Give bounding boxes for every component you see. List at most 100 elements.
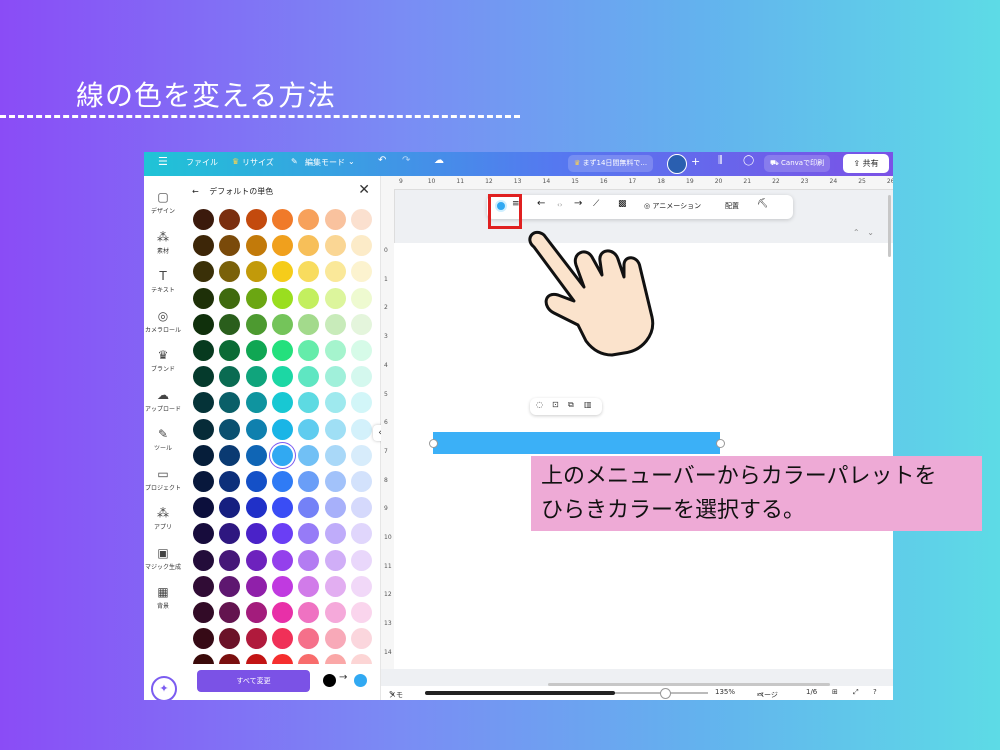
color-swatch[interactable] <box>298 340 320 361</box>
color-swatch[interactable] <box>193 523 214 545</box>
color-swatch[interactable] <box>219 366 241 388</box>
rail-item[interactable]: ▦ 背景 <box>144 585 182 610</box>
color-swatch[interactable] <box>245 654 267 664</box>
color-swatch[interactable] <box>350 602 372 623</box>
color-swatch[interactable] <box>219 497 241 519</box>
magic-assistant-icon[interactable]: ✦ <box>151 676 177 700</box>
color-swatch[interactable] <box>219 628 241 650</box>
color-swatch[interactable] <box>271 471 293 492</box>
rail-item[interactable]: T テキスト <box>144 269 182 294</box>
rail-item[interactable]: ▣ マジック生成 <box>144 546 182 571</box>
color-swatch[interactable] <box>298 602 320 623</box>
color-swatch[interactable] <box>271 418 293 440</box>
color-swatch[interactable] <box>271 261 293 283</box>
menu-icon[interactable]: ☰ <box>158 155 168 168</box>
color-swatch[interactable] <box>193 497 214 519</box>
color-swatch[interactable] <box>271 549 293 571</box>
color-swatch[interactable] <box>324 418 346 440</box>
color-swatch[interactable] <box>245 497 267 519</box>
plus-icon[interactable]: + <box>691 155 700 168</box>
page-nav-chevrons[interactable]: ⌃ ⌄ <box>853 228 879 237</box>
color-swatch[interactable] <box>193 392 214 414</box>
color-swatch[interactable] <box>324 392 346 414</box>
edit-mode-menu[interactable]: 編集モード <box>305 157 345 168</box>
color-swatch[interactable] <box>245 209 267 230</box>
rail-item[interactable]: ⁂ アプリ <box>144 506 182 531</box>
color-swatch[interactable] <box>245 287 267 309</box>
color-swatch[interactable] <box>324 549 346 571</box>
color-swatch[interactable] <box>350 313 372 335</box>
color-swatch[interactable] <box>193 549 214 571</box>
color-swatch[interactable] <box>324 366 346 388</box>
redo-icon[interactable]: ↷ <box>402 155 410 166</box>
color-swatch[interactable] <box>298 235 320 257</box>
color-swatch[interactable] <box>271 575 293 597</box>
color-swatch[interactable] <box>298 471 320 492</box>
grid-view-icon[interactable]: ⊞ <box>832 688 838 696</box>
line-type-icon[interactable]: ⟋ <box>593 199 599 209</box>
color-swatch[interactable] <box>298 313 320 335</box>
color-swatch[interactable] <box>193 340 214 361</box>
color-swatch[interactable] <box>350 575 372 597</box>
color-swatch[interactable] <box>324 575 346 597</box>
transparency-icon[interactable]: ▩ <box>618 199 627 209</box>
color-swatch[interactable] <box>324 261 346 283</box>
color-swatch[interactable] <box>350 261 372 283</box>
color-swatch[interactable] <box>245 261 267 283</box>
color-swatch[interactable] <box>245 628 267 650</box>
line-end-icon[interactable]: → <box>574 198 582 209</box>
color-swatch[interactable] <box>298 261 320 283</box>
color-swatch[interactable] <box>350 471 372 492</box>
paint-roller-icon[interactable]: ⛏ <box>757 199 768 209</box>
color-swatch[interactable] <box>219 209 241 230</box>
color-swatch[interactable] <box>245 235 267 257</box>
color-swatch[interactable] <box>245 575 267 597</box>
color-swatch[interactable] <box>350 497 372 519</box>
color-swatch[interactable] <box>271 209 293 230</box>
color-swatch[interactable] <box>271 444 293 466</box>
color-swatch[interactable] <box>245 366 267 388</box>
file-menu[interactable]: ファイル <box>186 157 218 168</box>
color-swatch[interactable] <box>350 287 372 309</box>
trial-button[interactable]: ♛ まず14日間無料で... <box>568 155 654 172</box>
color-swatch[interactable] <box>219 575 241 597</box>
line-start-icon[interactable]: ← <box>537 198 545 209</box>
color-swatch[interactable] <box>350 392 372 414</box>
color-swatch[interactable] <box>193 287 214 309</box>
duplicate-icon[interactable]: ⧉ <box>568 400 574 410</box>
color-swatch[interactable] <box>350 549 372 571</box>
avatar[interactable] <box>667 154 687 174</box>
color-swatch[interactable] <box>350 235 372 257</box>
rail-item[interactable]: ◎ カメラロール <box>144 309 182 334</box>
color-swatch[interactable] <box>193 209 214 230</box>
color-swatch[interactable] <box>219 261 241 283</box>
color-swatch[interactable] <box>350 444 372 466</box>
color-swatch[interactable] <box>298 444 320 466</box>
help-icon[interactable]: ? <box>873 688 877 696</box>
color-swatch[interactable] <box>298 575 320 597</box>
color-swatch[interactable] <box>271 602 293 623</box>
color-swatch[interactable] <box>298 628 320 650</box>
color-swatch[interactable] <box>219 287 241 309</box>
color-swatch[interactable] <box>298 287 320 309</box>
color-swatch[interactable] <box>324 313 346 335</box>
color-swatch[interactable] <box>324 444 346 466</box>
vertical-scrollbar[interactable] <box>888 195 891 257</box>
color-swatch[interactable] <box>324 628 346 650</box>
color-swatch[interactable] <box>245 418 267 440</box>
arrange-button[interactable]: 配置 <box>725 201 739 211</box>
line-start-handle[interactable] <box>429 439 438 448</box>
color-swatch[interactable] <box>219 235 241 257</box>
rail-item[interactable]: ▢ デザイン <box>144 190 182 215</box>
rail-item[interactable]: ▭ プロジェクト <box>144 467 182 492</box>
color-swatch[interactable] <box>271 628 293 650</box>
color-swatch[interactable] <box>245 340 267 361</box>
color-swatch[interactable] <box>271 235 293 257</box>
color-swatch[interactable] <box>219 340 241 361</box>
trash-icon[interactable]: ▥ <box>584 400 592 409</box>
color-swatch[interactable] <box>219 418 241 440</box>
color-swatch[interactable] <box>298 497 320 519</box>
zoom-slider-knob[interactable] <box>660 688 671 699</box>
color-swatch[interactable] <box>271 392 293 414</box>
rail-item[interactable]: ✎ ツール <box>144 427 182 452</box>
